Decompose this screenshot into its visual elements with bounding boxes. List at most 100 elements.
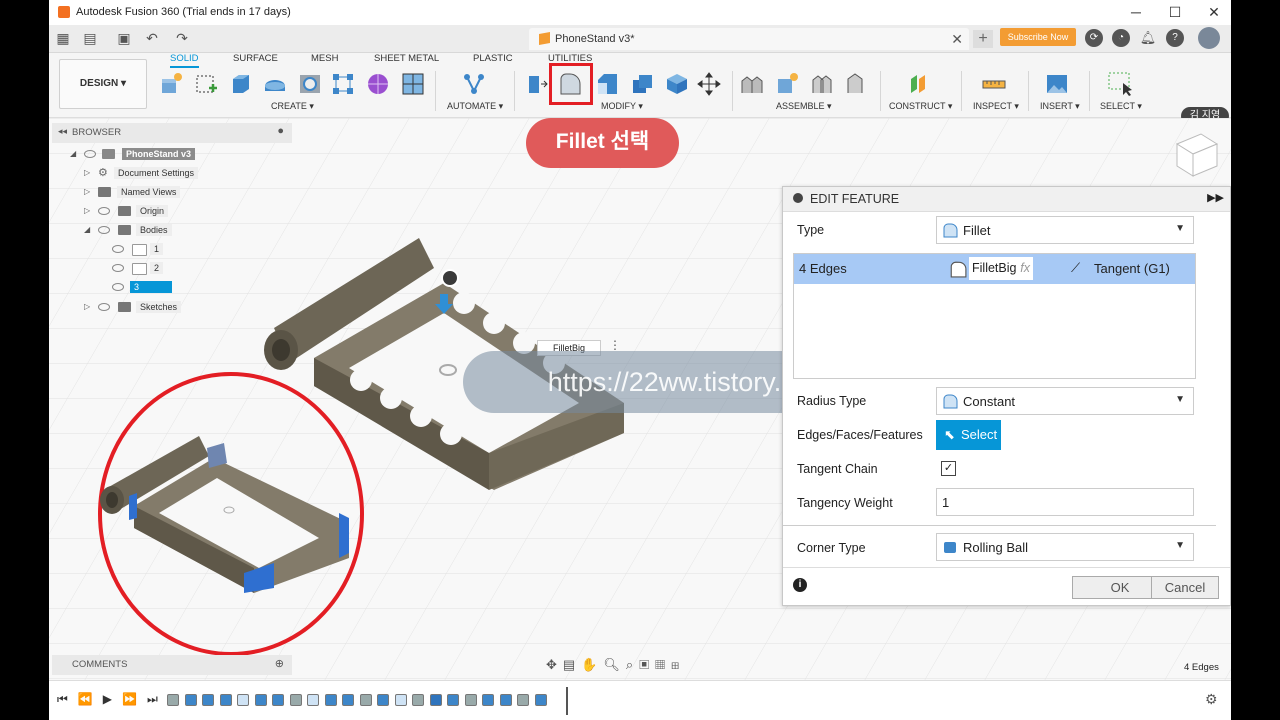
combine-icon[interactable] xyxy=(664,71,690,97)
select-group-label[interactable]: SELECT ▾ xyxy=(1100,101,1142,112)
info-icon[interactable]: i xyxy=(793,578,807,592)
close-tab-icon[interactable]: ✕ xyxy=(951,31,963,48)
insert-group-label[interactable]: INSERT ▾ xyxy=(1040,101,1080,112)
timeline-feature-icon[interactable] xyxy=(534,694,547,706)
go-to-end-icon[interactable]: ⏭ xyxy=(147,692,168,706)
press-pull-icon[interactable] xyxy=(523,71,549,97)
move-copy-icon[interactable] xyxy=(696,71,722,97)
cancel-button[interactable]: Cancel xyxy=(1151,576,1219,599)
fx-icon[interactable]: fx xyxy=(1020,257,1030,280)
corner-type-dropdown[interactable]: Rolling Ball ▼ xyxy=(936,533,1194,561)
timeline-feature-icon[interactable] xyxy=(167,694,179,706)
visibility-eye-icon[interactable] xyxy=(112,283,124,291)
timeline-features[interactable] xyxy=(167,692,567,708)
close-window-button[interactable]: ✕ xyxy=(1194,2,1231,22)
timeline-feature-icon[interactable] xyxy=(447,694,459,706)
timeline-feature-icon[interactable] xyxy=(359,694,372,706)
browser-pin-icon[interactable]: ● xyxy=(277,125,284,137)
collapse-browser-icon[interactable]: ◂◂ xyxy=(58,126,67,137)
automate-group-label[interactable]: AUTOMATE ▾ xyxy=(447,101,503,112)
expand-dialog-icon[interactable]: ▶▶ xyxy=(1207,191,1224,204)
as-built-joint-icon[interactable] xyxy=(809,71,835,97)
automate-icon[interactable] xyxy=(461,71,487,97)
timeline-feature-icon[interactable] xyxy=(482,694,494,706)
grid-settings-icon[interactable]: ▦ xyxy=(655,657,671,672)
app-grid-icon[interactable]: ▦ xyxy=(54,29,72,47)
radius-input[interactable]: FilletBig fx xyxy=(969,257,1033,280)
go-to-start-icon[interactable]: ⏮ xyxy=(57,692,78,706)
navigation-bar[interactable]: ✥▤✋🔍︎⌕▣▦⊞ xyxy=(546,657,685,673)
workspace-switcher[interactable]: DESIGN ▾ xyxy=(59,59,147,109)
create-sketch-icon[interactable] xyxy=(194,71,220,97)
shell-icon[interactable] xyxy=(629,71,655,97)
step-back-icon[interactable]: ⏪ xyxy=(78,692,103,706)
orbit-icon[interactable]: ✥ xyxy=(546,657,563,672)
timeline-feature-icon[interactable] xyxy=(464,694,477,706)
insert-image-icon[interactable] xyxy=(1044,71,1070,97)
chamfer-icon[interactable] xyxy=(594,71,620,97)
maximize-button[interactable]: ☐ xyxy=(1155,2,1195,22)
expand-arrow-icon[interactable]: ▷ xyxy=(84,302,90,311)
comments-panel[interactable]: COMMENTS ⊕ xyxy=(52,655,292,675)
timeline[interactable]: ⏮⏪▶⏩⏭ ⚙ xyxy=(49,680,1231,720)
timeline-feature-icon[interactable] xyxy=(394,694,407,706)
visibility-eye-icon[interactable] xyxy=(84,150,96,158)
expand-arrow-icon[interactable]: ◢ xyxy=(70,149,76,158)
timeline-feature-icon[interactable] xyxy=(184,694,197,706)
tangency-weight-input[interactable]: 1 xyxy=(936,488,1194,516)
tangent-chain-checkbox[interactable]: ✓ xyxy=(941,461,956,476)
revolve-icon[interactable] xyxy=(262,71,288,97)
new-component-icon[interactable] xyxy=(158,71,184,97)
create-group-label[interactable]: CREATE ▾ xyxy=(271,101,314,112)
visibility-eye-icon[interactable] xyxy=(98,303,110,311)
add-comment-icon[interactable]: ⊕ xyxy=(275,657,284,670)
derive-icon[interactable] xyxy=(400,71,426,97)
timeline-feature-icon[interactable] xyxy=(237,694,249,706)
notifications-icon[interactable]: 🔔︎ xyxy=(1139,29,1157,47)
help-icon[interactable]: ? xyxy=(1166,29,1184,47)
visibility-eye-icon[interactable] xyxy=(112,245,124,253)
edge-selection-list[interactable]: 4 Edges FilletBig fx ⟋ Tangent (G1) xyxy=(793,253,1196,379)
expand-arrow-icon[interactable]: ◢ xyxy=(84,225,90,234)
timeline-feature-icon[interactable] xyxy=(412,694,424,706)
hole-icon[interactable] xyxy=(297,71,323,97)
expand-arrow-icon[interactable]: ▷ xyxy=(84,168,90,177)
timeline-settings-icon[interactable]: ⚙ xyxy=(1205,691,1218,708)
pattern-icon[interactable] xyxy=(330,71,356,97)
assemble-group-label[interactable]: ASSEMBLE ▾ xyxy=(776,101,832,112)
redo-icon[interactable]: ↷ xyxy=(173,29,191,47)
tab-plastic[interactable]: PLASTIC xyxy=(473,53,513,64)
modify-group-label[interactable]: MODIFY ▾ xyxy=(601,101,643,112)
timeline-feature-icon[interactable] xyxy=(289,694,302,706)
pan-icon[interactable]: ✋ xyxy=(581,657,603,672)
inspect-group-label[interactable]: INSPECT ▾ xyxy=(973,101,1019,112)
create-form-icon[interactable] xyxy=(365,71,391,97)
document-tab[interactable]: PhoneStand v3* ✕ xyxy=(529,28,969,50)
visibility-eye-icon[interactable] xyxy=(112,264,124,272)
timeline-feature-icon[interactable] xyxy=(202,694,214,706)
save-icon[interactable]: ▣ xyxy=(115,29,133,47)
zoom-window-icon[interactable]: ⌕ xyxy=(626,657,639,672)
select-icon[interactable] xyxy=(1107,71,1133,97)
timeline-feature-icon[interactable] xyxy=(219,694,232,706)
look-at-icon[interactable]: ▤ xyxy=(563,657,581,672)
timeline-feature-icon[interactable] xyxy=(499,694,512,706)
continuity-dropdown[interactable]: Tangent (G1) xyxy=(1094,261,1170,276)
joint-icon[interactable] xyxy=(739,71,765,97)
undo-icon[interactable]: ↶ xyxy=(143,29,161,47)
minimize-button[interactable]: ─ xyxy=(1116,2,1156,22)
extensions-icon[interactable]: ⟳ xyxy=(1085,29,1103,47)
collapse-dialog-icon[interactable] xyxy=(793,193,803,203)
edge-selection-row[interactable]: 4 Edges FilletBig fx ⟋ Tangent (G1) xyxy=(794,254,1195,284)
expand-arrow-icon[interactable]: ▷ xyxy=(84,187,90,196)
timeline-feature-icon[interactable] xyxy=(324,694,337,706)
step-forward-icon[interactable]: ⏩ xyxy=(122,692,147,706)
timeline-feature-icon[interactable] xyxy=(307,694,319,706)
browser-panel-header[interactable]: ◂◂ BROWSER ● xyxy=(52,123,292,143)
play-icon[interactable]: ▶ xyxy=(103,692,122,706)
user-avatar[interactable] xyxy=(1198,27,1220,49)
type-dropdown[interactable]: Fillet ▼ xyxy=(936,216,1194,244)
timeline-feature-icon[interactable] xyxy=(272,694,284,706)
dialog-header[interactable]: EDIT FEATURE ▶▶ xyxy=(783,187,1230,212)
select-edges-button[interactable]: ⬉ Select xyxy=(936,420,1001,450)
